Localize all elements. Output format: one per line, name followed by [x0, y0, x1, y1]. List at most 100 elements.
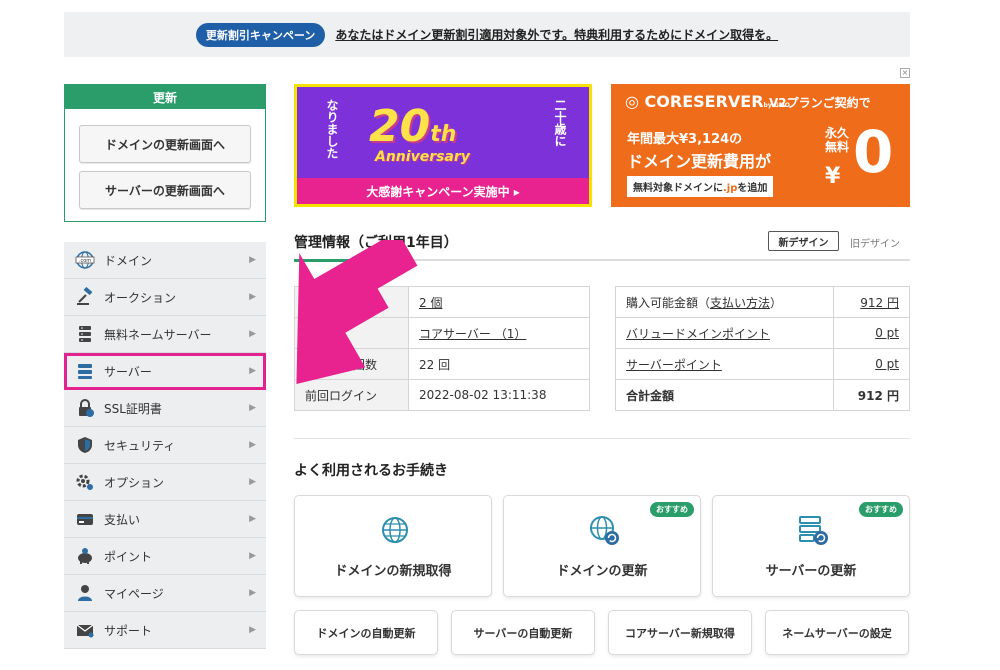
chevron-right-icon: ▶ — [249, 514, 256, 524]
ad-close-icon[interactable]: × — [900, 68, 910, 78]
sidebar-item-point[interactable]: ポイント ▶ — [64, 538, 266, 575]
sidebar-item-label: ドメイン — [104, 253, 153, 268]
ad-anniversary-word: Anniversary — [375, 149, 470, 165]
sidebar-item-payment[interactable]: 支払い ▶ — [64, 501, 266, 538]
new-design-button[interactable]: 新デザイン — [768, 231, 839, 251]
sidebar-item-label: サポート — [104, 623, 153, 638]
sidebar-item-mypage[interactable]: マイページ ▶ — [64, 575, 266, 612]
ad-line-1: 年間最大¥3,124の — [627, 132, 743, 147]
new-domain-card[interactable]: ドメインの新規取得 — [294, 495, 492, 597]
balance-info-table: 購入可能金額（支払い方法） 912 円 バリュードメインポイント 0 pt サー… — [615, 286, 911, 411]
table-row: 購入可能金額（支払い方法） 912 円 — [615, 286, 911, 318]
sidebar-item-label: セキュリティ — [104, 438, 176, 453]
sidebar-item-label: 支払い — [104, 512, 141, 527]
ad-campaign-strip: 大感謝キャンペーン実施中 ▸ — [297, 178, 589, 204]
procedures-title: よく利用されるお手続き — [294, 463, 448, 479]
ad-line-2: ドメイン更新費用が — [627, 152, 772, 171]
globe-com-icon: .com — [74, 250, 96, 270]
server-renew-button[interactable]: サーバーの更新画面へ — [79, 171, 251, 209]
table-cell-value: 0 pt — [832, 317, 911, 349]
campaign-pill[interactable]: 更新割引キャンペーン — [195, 22, 326, 47]
gavel-icon — [74, 287, 96, 307]
ad-yen-sign: ¥ — [825, 164, 841, 189]
recommended-badge: おすすめ — [859, 502, 903, 517]
card-label: ドメインの新規取得 — [334, 564, 452, 579]
nameserver-setting-card[interactable]: ネームサーバーの設定 — [765, 610, 909, 655]
ad-line-3: 無料対象ドメインに.jpを追加 — [627, 176, 774, 197]
chevron-right-icon: ▶ — [249, 403, 256, 413]
coreserver-new-card[interactable]: コアサーバー新規取得 — [608, 610, 752, 655]
svg-text:.com: .com — [79, 258, 91, 264]
sidebar-item-label: サーバー — [104, 364, 152, 379]
mail-icon — [74, 620, 96, 640]
sidebar-item-security[interactable]: セキュリティ ▶ — [64, 427, 266, 464]
table-cell-value: 0 pt — [832, 348, 911, 380]
table-cell-label: サーバーポイント — [615, 348, 834, 380]
chevron-right-icon: ▶ — [249, 292, 256, 302]
old-design-link[interactable]: 旧デザイン — [850, 235, 900, 250]
chevron-right-icon: ▶ — [249, 329, 256, 339]
campaign-message-link[interactable]: あなたはドメイン更新割引適用対象外です。特典利用するためにドメイン取得を。 — [335, 26, 778, 43]
coreserver-logo: ◎ COR⁠ESERVERby GMO — [625, 92, 790, 111]
server-point-link[interactable]: サーバーポイント — [626, 358, 722, 372]
table-cell-value: 912 円 — [832, 379, 911, 411]
table-cell-value: 912 円 — [832, 286, 911, 318]
card-label: サーバーの更新 — [765, 564, 857, 579]
domain-auto-renew-card[interactable]: ドメインの自動更新 — [294, 610, 438, 655]
section-divider — [294, 438, 910, 439]
piggy-bank-icon — [74, 546, 96, 566]
server-refresh-icon — [797, 514, 829, 546]
lock-icon — [74, 398, 96, 418]
sidebar-item-label: SSL証明書 — [104, 401, 162, 416]
pink-arrow-icon — [296, 240, 418, 385]
server-auto-renew-card[interactable]: サーバーの自動更新 — [451, 610, 595, 655]
sidebar-item-server[interactable]: サーバー ▶ — [64, 353, 266, 390]
sidebar-item-label: ポイント — [104, 549, 153, 564]
sidebar-item-free-nameserver[interactable]: 無料ネームサーバー ▶ — [64, 316, 266, 353]
globe-refresh-icon — [588, 514, 620, 546]
server-renew-card[interactable]: おすすめ サーバーの更新 — [712, 495, 910, 597]
server-point-value[interactable]: 0 pt — [875, 357, 899, 371]
payment-method-link[interactable]: 支払い方法 — [710, 296, 770, 310]
table-row: サーバーポイント 0 pt — [615, 348, 911, 380]
value-domain-point-link[interactable]: バリュードメインポイント — [626, 327, 770, 341]
ad-tagline: V2プランご契約で — [769, 96, 871, 110]
ad-anniversary-number: 20th — [369, 101, 457, 152]
sidebar-item-label: オークション — [104, 290, 177, 305]
sidebar-item-support[interactable]: サポート ▶ — [64, 612, 266, 649]
chevron-right-icon: ▶ — [249, 440, 256, 450]
ad-zero: 0 — [853, 118, 894, 186]
ad-permanent-free: 永久無料 — [825, 126, 850, 154]
server-icon — [74, 361, 96, 381]
domain-renew-button[interactable]: ドメインの更新画面へ — [79, 125, 251, 163]
card-label: ドメインの更新 — [556, 564, 648, 579]
recommended-badge: おすすめ — [650, 502, 694, 517]
domain-renew-card[interactable]: おすすめ ドメインの更新 — [503, 495, 701, 597]
table-cell-label: 購入可能金額（支払い方法） — [615, 286, 834, 318]
credit-card-icon — [74, 509, 96, 529]
purchasable-amount-link[interactable]: 912 円 — [860, 296, 899, 310]
chevron-right-icon: ▶ — [249, 588, 256, 598]
server-stack-icon — [74, 324, 96, 344]
sidebar-item-label: 無料ネームサーバー — [104, 327, 212, 342]
sidebar-nav: .com ドメイン ▶ オークション ▶ 無料ネームサーバー ▶ サーバー ▶ … — [64, 242, 266, 649]
value-domain-point-value[interactable]: 0 pt — [875, 326, 899, 340]
campaign-banner: 更新割引キャンペーン あなたはドメイン更新割引適用対象外です。特典利用するために… — [64, 12, 910, 57]
sidebar-item-option[interactable]: オプション ▶ — [64, 464, 266, 501]
globe-icon — [379, 514, 411, 546]
sidebar-item-label: オプション — [104, 475, 165, 490]
table-cell-label: バリュードメインポイント — [615, 317, 834, 349]
table-row: バリュードメインポイント 0 pt — [615, 317, 911, 349]
sidebar-item-auction[interactable]: オークション ▶ — [64, 279, 266, 316]
sidebar-item-ssl[interactable]: SSL証明書 ▶ — [64, 390, 266, 427]
renew-panel-title: 更新 — [65, 85, 265, 109]
renew-panel: 更新 ドメインの更新画面へ サーバーの更新画面へ — [64, 84, 266, 222]
anniversary-ad-banner[interactable]: なりました 20th Anniversary 二十歳に 大感謝キャンペーン実施中… — [294, 84, 592, 207]
table-cell-label: 合計金額 — [615, 379, 834, 411]
chevron-right-icon: ▶ — [249, 255, 256, 265]
ad-vertical-text-right: 二十歳に — [553, 99, 567, 147]
person-icon — [74, 583, 96, 603]
sidebar-item-domain[interactable]: .com ドメイン ▶ — [64, 242, 266, 279]
chevron-right-icon: ▶ — [249, 366, 256, 376]
coreserver-ad-banner[interactable]: ◎ COR⁠ESERVERby GMO V2プランご契約で 年間最大¥3,124… — [611, 84, 910, 207]
